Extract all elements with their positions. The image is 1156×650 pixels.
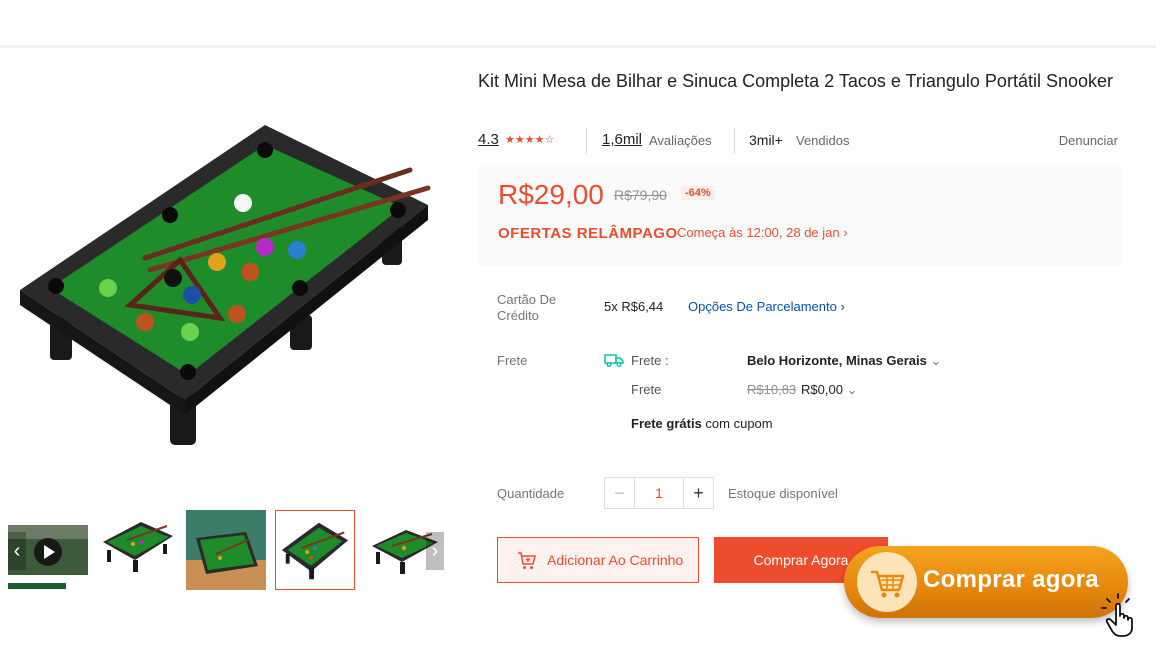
shipping-to-label: Frete :	[631, 353, 669, 368]
cta-label: Comprar agora	[923, 566, 1099, 593]
shipping-destination-select[interactable]: Belo Horizonte, Minas Gerais ⌄	[747, 353, 941, 369]
add-to-cart-label: Adicionar Ao Carrinho	[547, 552, 684, 568]
rating-value[interactable]: 4.3	[478, 131, 499, 148]
thumbnail-2[interactable]	[97, 510, 177, 590]
thumbnail-3[interactable]	[186, 510, 266, 590]
discount-badge: -64%	[681, 186, 715, 200]
star-rating-icon: ★★★★☆	[505, 134, 555, 146]
quantity-input[interactable]: 1	[635, 478, 683, 508]
chevron-down-icon: ⌄	[846, 382, 858, 397]
report-link[interactable]: Denunciar	[1059, 133, 1118, 148]
quantity-stepper: − 1 +	[604, 477, 714, 509]
product-stats: 4.3 ★★★★☆ 1,6mil Avaliações 3mil+ Vendid…	[478, 128, 1118, 154]
add-to-cart-button[interactable]: Adicionar Ao Carrinho	[497, 537, 699, 583]
sold-count: 3mil+	[749, 132, 783, 148]
price-section: R$29,00 R$79,90 -64% OFERTAS RELÂMPAGO C…	[478, 165, 1122, 266]
divider	[586, 128, 587, 154]
shipping-cost-select[interactable]: R$0,00 ⌄	[801, 382, 857, 398]
installments-value: 5x R$6,44	[604, 299, 664, 314]
truck-icon	[604, 354, 624, 367]
installment-options-link[interactable]: Opções De Parcelamento ›	[688, 299, 845, 314]
current-price: R$29,00	[498, 179, 604, 210]
gallery-next-arrow[interactable]: ›	[426, 532, 444, 570]
chevron-right-icon: ›	[843, 225, 848, 240]
increase-quantity-button[interactable]: +	[683, 478, 713, 508]
chevron-right-icon: ›	[840, 299, 845, 314]
shipping-old-cost: R$10,83	[747, 382, 797, 397]
original-price: R$79,90	[614, 187, 667, 203]
credit-card-label: Cartão De Crédito	[497, 292, 557, 323]
reviews-count[interactable]: 1,6mil	[602, 131, 642, 148]
decrease-quantity-button[interactable]: −	[605, 478, 635, 508]
top-bar	[0, 0, 1156, 48]
divider	[734, 128, 735, 154]
shipping-cost-label: Frete	[631, 382, 662, 397]
flash-sale-info[interactable]: Começa às 12:00, 28 de jan ›	[677, 225, 848, 240]
buy-now-cta-overlay[interactable]: Comprar agora	[844, 546, 1128, 618]
quantity-label: Quantidade	[497, 486, 565, 501]
stock-status: Estoque disponível	[728, 486, 838, 501]
hand-pointer-icon	[1101, 593, 1133, 637]
thumbnail-4-selected[interactable]	[275, 510, 355, 590]
shipping-label: Frete	[497, 353, 528, 368]
product-title: Kit Mini Mesa de Bilhar e Sinuca Complet…	[478, 71, 1113, 91]
thumbnail-gallery: ‹ ›	[8, 510, 444, 592]
chevron-down-icon: ⌄	[930, 353, 942, 368]
flash-sale-logo: OFERTAS RELÂMPAGO	[498, 225, 678, 242]
free-shipping-note: Frete grátis com cupom	[631, 416, 773, 431]
sold-label: Vendidos	[796, 133, 850, 148]
shopping-cart-icon	[857, 552, 917, 612]
main-product-image[interactable]	[10, 110, 440, 455]
gallery-prev-arrow[interactable]: ‹	[8, 532, 26, 570]
reviews-label: Avaliações	[649, 133, 712, 148]
add-to-cart-icon	[518, 552, 536, 569]
